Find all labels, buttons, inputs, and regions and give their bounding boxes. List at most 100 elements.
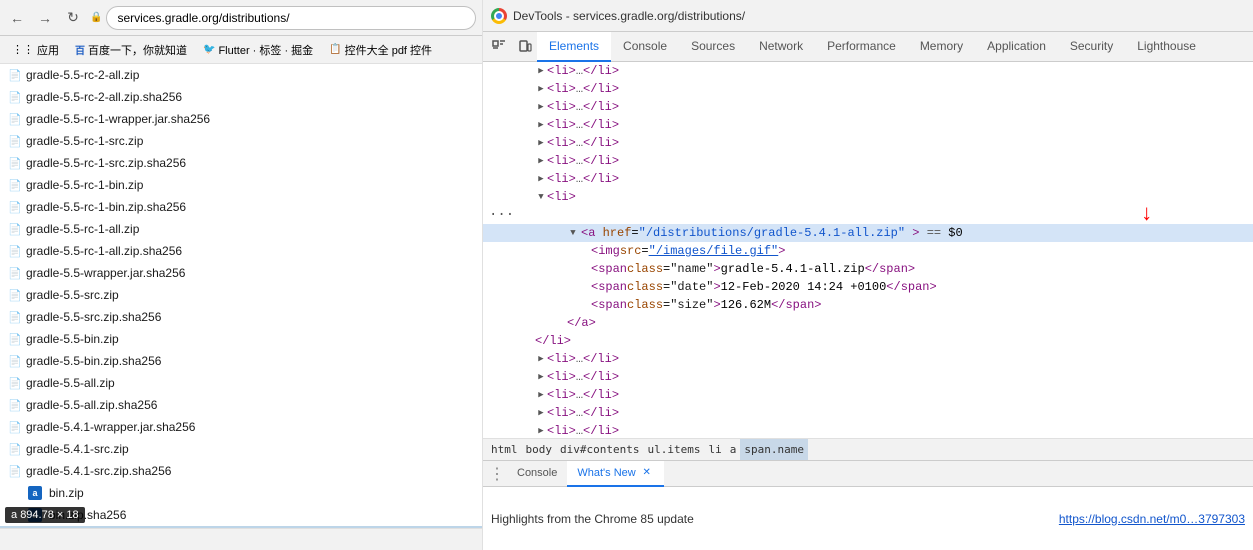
expand-icon[interactable]: ▶	[535, 83, 547, 95]
list-item[interactable]: 📄 gradle-5.4.1-wrapper.jar.sha256	[0, 416, 482, 438]
expand-icon[interactable]: ▶	[535, 425, 547, 437]
bottom-panel: ⋮ Console What's New ✕ Highlights from t…	[483, 460, 1253, 550]
html-line-dots[interactable]: ···	[483, 206, 1253, 224]
tab-application[interactable]: Application	[975, 32, 1058, 62]
close-whats-new-button[interactable]: ✕	[640, 466, 654, 480]
html-line[interactable]: ▶ <li>…</li>	[483, 116, 1253, 134]
bookmark-baidu[interactable]: 百 百度一下，你就知道	[69, 40, 193, 60]
html-line[interactable]: ▶ <li>…</li>	[483, 98, 1253, 116]
bookmark-flutter[interactable]: 🐦 Flutter · 标签 · 掘金	[197, 40, 319, 60]
red-arrow-icon: ↑	[1140, 204, 1153, 222]
list-item[interactable]: 📄 gradle-5.5-rc-1-all.zip.sha256	[0, 240, 482, 262]
tab-memory[interactable]: Memory	[908, 32, 975, 62]
html-line[interactable]: ▶ <li>…</li>	[483, 152, 1253, 170]
expand-icon[interactable]: ▶	[535, 353, 547, 365]
bottom-panel-dots[interactable]: ⋮	[487, 464, 507, 484]
html-line-close-a[interactable]: </a>	[483, 314, 1253, 332]
expand-icon[interactable]: ▶	[535, 407, 547, 419]
html-line-span-date[interactable]: <span class="date" > 12-Feb-2020 14:24 +…	[483, 278, 1253, 296]
browser-left-pane: ← → ↻ 🔒 ⋮⋮ 应用 百 百度一下，你就知道 🐦 Flutter · 标签…	[0, 0, 483, 550]
html-line[interactable]: ▶ <li>…</li>	[483, 404, 1253, 422]
breadcrumb-li[interactable]: li	[704, 439, 725, 461]
device-toggle-button[interactable]	[513, 35, 537, 59]
list-item[interactable]: 📄 gradle-5.5-all.zip	[0, 372, 482, 394]
expand-icon[interactable]: ▶	[535, 65, 547, 77]
bottom-content-text: Highlights from the Chrome 85 update	[491, 512, 694, 526]
tab-lighthouse[interactable]: Lighthouse	[1125, 32, 1208, 62]
breadcrumb-html[interactable]: html	[487, 439, 522, 461]
bookmark-widget[interactable]: 📋 控件大全 pdf 控件	[323, 40, 438, 60]
breadcrumb-body[interactable]: body	[522, 439, 557, 461]
list-item[interactable]: 📄 gradle-5.5-rc-1-bin.zip	[0, 174, 482, 196]
file-icon: 📄	[8, 266, 22, 280]
expand-icon[interactable]: ▶	[535, 155, 547, 167]
bottom-content-link[interactable]: https://blog.csdn.net/m0…3797303	[1059, 512, 1245, 526]
html-line[interactable]: ▶ <li>…</li>	[483, 422, 1253, 438]
list-item[interactable]: 📄 gradle-5.5-rc-1-bin.zip.sha256	[0, 196, 482, 218]
html-line-anchor[interactable]: ▼ <a href="/distributions/gradle-5.4.1-a…	[483, 224, 1253, 242]
tab-console[interactable]: Console	[611, 32, 679, 62]
forward-button[interactable]: →	[34, 7, 56, 29]
html-line-img[interactable]: <img src="/images/file.gif" >	[483, 242, 1253, 260]
expand-icon[interactable]: ▶	[535, 101, 547, 113]
refresh-button[interactable]: ↻	[62, 7, 84, 29]
list-item[interactable]: 📄 gradle-5.5-bin.zip.sha256	[0, 350, 482, 372]
html-line[interactable]: ▶ <li>…</li>	[483, 80, 1253, 98]
tab-network[interactable]: Network	[747, 32, 815, 62]
breadcrumb-a[interactable]: a	[726, 439, 741, 461]
file-icon: 📄	[8, 376, 22, 390]
list-item[interactable]: 📄 gradle-5.5-bin.zip	[0, 328, 482, 350]
html-line[interactable]: ▶ <li>…</li>	[483, 368, 1253, 386]
expand-icon[interactable]: ▼	[567, 227, 579, 239]
html-line[interactable]: ▶ <li>…</li>	[483, 62, 1253, 80]
breadcrumb-div[interactable]: div#contents	[556, 439, 643, 461]
tab-sources[interactable]: Sources	[679, 32, 747, 62]
list-item[interactable]: 📄 gradle-5.5-rc-1-wrapper.jar.sha256	[0, 108, 482, 130]
tab-whats-new[interactable]: What's New ✕	[567, 461, 663, 487]
html-line[interactable]: ▶ <li>…</li>	[483, 350, 1253, 368]
list-item[interactable]: a bin.zip	[0, 482, 482, 504]
breadcrumb-span-name[interactable]: span.name	[740, 439, 808, 461]
html-line-close-li[interactable]: </li>	[483, 332, 1253, 350]
tab-console-bottom[interactable]: Console	[507, 461, 567, 487]
list-item[interactable]: 📄 gradle-5.4.1-src.zip.sha256	[0, 460, 482, 482]
tab-elements[interactable]: Elements	[537, 32, 611, 62]
list-item[interactable]: 📄 gradle-5.5-rc-1-src.zip.sha256	[0, 152, 482, 174]
html-line[interactable]: ▶ <li>…</li>	[483, 134, 1253, 152]
file-icon: 📄	[8, 288, 22, 302]
html-line[interactable]: ▶ <li>…</li>	[483, 386, 1253, 404]
list-item[interactable]: 📄 gradle-5.5-rc-2-all.zip.sha256	[0, 86, 482, 108]
elements-panel: ▶ <li>…</li> ▶ <li>…</li> ▶ <li>…</li> ▶…	[483, 62, 1253, 438]
bookmark-baidu-label: 百度一下，你就知道	[88, 42, 187, 58]
list-item[interactable]: 📄 gradle-5.5-rc-1-src.zip	[0, 130, 482, 152]
html-line-span-name[interactable]: <span class="name" > gradle-5.4.1-all.zi…	[483, 260, 1253, 278]
list-item[interactable]: 📄 gradle-5.5-wrapper.jar.sha256	[0, 262, 482, 284]
list-item[interactable]: 📄 gradle-5.5-rc-2-all.zip	[0, 64, 482, 86]
file-icon: 📄	[8, 310, 22, 324]
tab-security[interactable]: Security	[1058, 32, 1125, 62]
back-button[interactable]: ←	[6, 7, 28, 29]
expand-icon[interactable]: ▼	[535, 191, 547, 203]
dots-indicator: ···	[489, 206, 509, 224]
expand-icon[interactable]: ▶	[535, 119, 547, 131]
address-bar[interactable]	[106, 6, 476, 30]
list-item[interactable]: 📄 gradle-5.5-rc-1-all.zip	[0, 218, 482, 240]
bottom-tabs: ⋮ Console What's New ✕	[483, 461, 1253, 487]
html-line-span-size[interactable]: <span class="size" > 126.62M </span>	[483, 296, 1253, 314]
expand-icon[interactable]: ▶	[535, 389, 547, 401]
breadcrumb-ul[interactable]: ul.items	[643, 439, 704, 461]
expand-icon[interactable]: ▶	[535, 371, 547, 383]
expand-icon[interactable]: ▶	[535, 137, 547, 149]
html-line[interactable]: ▶ <li>…</li>	[483, 170, 1253, 188]
list-item[interactable]: 📄 gradle-5.5-src.zip.sha256	[0, 306, 482, 328]
list-item[interactable]: 📄 gradle-5.4.1-src.zip	[0, 438, 482, 460]
list-item[interactable]: 📄 gradle-5.5-src.zip	[0, 284, 482, 306]
inspect-element-button[interactable]	[487, 35, 511, 59]
tab-performance[interactable]: Performance	[815, 32, 908, 62]
bookmark-bar: ⋮⋮ 应用 百 百度一下，你就知道 🐦 Flutter · 标签 · 掘金 📋 …	[0, 36, 482, 64]
bookmark-apps[interactable]: ⋮⋮ 应用	[6, 40, 65, 60]
html-line-li-open[interactable]: ▼ <li>	[483, 188, 1253, 206]
list-item[interactable]: 📄 gradle-5.5-all.zip.sha256	[0, 394, 482, 416]
bookmark-apps-label: 应用	[37, 42, 59, 58]
expand-icon[interactable]: ▶	[535, 173, 547, 185]
